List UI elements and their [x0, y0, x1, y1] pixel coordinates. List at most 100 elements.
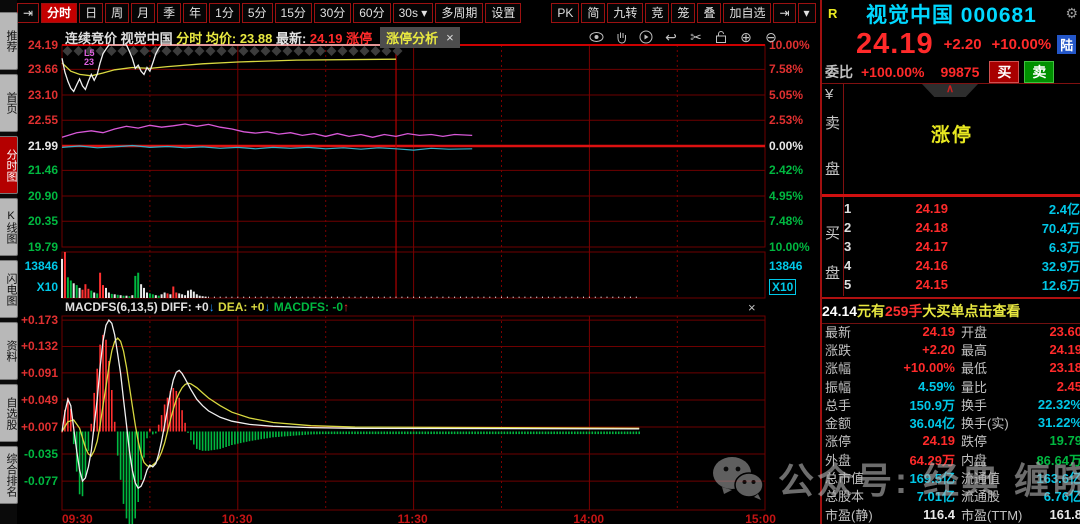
close-icon[interactable]: ×: [446, 30, 454, 45]
book-volume: 6.3万: [948, 237, 1080, 256]
price-axis-label: 24.19: [28, 38, 58, 52]
book-level: 1: [844, 201, 858, 216]
tool-tab-PK[interactable]: PK: [551, 3, 579, 23]
price-row: 24.19 +2.20 +10.00% 陆: [822, 27, 1080, 61]
sidebar-item-自选股[interactable]: 自选股: [0, 384, 18, 442]
period-tab-设置[interactable]: 设置: [485, 3, 521, 23]
tool-tab-笼[interactable]: 笼: [671, 3, 695, 23]
sidebar-item-综合排名[interactable]: 综合排名: [0, 446, 18, 504]
book-volume: 70.4万: [948, 218, 1080, 237]
macd-close-icon[interactable]: ×: [748, 300, 756, 315]
period-tab-30s ▾[interactable]: 30s ▾: [393, 3, 434, 23]
gear-icon[interactable]: ⚙: [1065, 5, 1078, 22]
detail-row: 市盈(静)116.4市盈(TTM)161.8: [822, 505, 1080, 523]
period-tab-多周期[interactable]: 多周期: [435, 3, 483, 23]
sell-button[interactable]: 卖: [1024, 61, 1054, 83]
tool-tab-九转[interactable]: 九转: [607, 3, 643, 23]
detail-value: 23.18: [1025, 360, 1080, 375]
period-tab-60分[interactable]: 60分: [353, 3, 390, 23]
price-axis-label: 23.10: [28, 88, 58, 102]
sidebar-item-推荐[interactable]: 推荐: [0, 12, 18, 70]
order-book-row[interactable]: 124.192.4亿: [844, 199, 1080, 218]
buy-col-label-2: 盘: [825, 262, 840, 283]
limit-up-center-label: 涨停: [822, 120, 1080, 147]
detail-label: 金额: [822, 413, 883, 432]
detail-row: 涨幅+10.00%最低23.18: [822, 359, 1080, 377]
book-level: 4: [844, 258, 858, 273]
period-tab-30分[interactable]: 30分: [314, 3, 351, 23]
big-order-notice[interactable]: 24.14元有 259手 大买单 点击查看: [822, 297, 1080, 324]
sidebar-item-首页[interactable]: 首页: [0, 74, 18, 132]
tool-tab-竞[interactable]: 竞: [645, 3, 669, 23]
notice-part: 大买单: [922, 301, 964, 321]
chart-tools: ↩ ✂ ⊕ ⊖: [588, 28, 779, 46]
mid-price-separator: [822, 194, 1080, 197]
period-tab-5分[interactable]: 5分: [242, 3, 273, 23]
detail-label: 总市值: [822, 468, 883, 487]
detail-value: 24.19: [1025, 342, 1080, 357]
tool-tab-加自选[interactable]: 加自选: [723, 3, 771, 23]
sidebar-item-闪电图[interactable]: 闪电图: [0, 260, 18, 318]
period-tab-季[interactable]: 季: [157, 3, 181, 23]
quote-panel: R 视觉中国 000681 ⚙ 24.19 +2.20 +10.00% 陆 委比…: [820, 0, 1080, 524]
sell-col-label-2: 盘: [825, 158, 840, 179]
limit-up-analysis-tab[interactable]: 涨停分析 ×: [380, 27, 460, 48]
lock-icon[interactable]: [713, 29, 729, 45]
macd-axis-label: +0.173: [21, 313, 58, 327]
price-axis-label: 22.55: [28, 113, 58, 127]
period-tab-分时[interactable]: 分时: [41, 3, 77, 23]
stock-title[interactable]: 视觉中国 000681: [837, 0, 1065, 29]
replay-icon[interactable]: [638, 29, 654, 45]
order-book-row[interactable]: 324.176.3万: [844, 237, 1080, 256]
zoom-out-icon[interactable]: ⊖: [763, 29, 779, 45]
detail-row: 最新24.19开盘23.60: [822, 322, 1080, 340]
detail-value: 31.22%: [1025, 415, 1080, 430]
detail-value: 116.4: [883, 507, 955, 522]
hand-icon[interactable]: [613, 29, 629, 45]
period-tab-年[interactable]: 年: [183, 3, 207, 23]
detail-label: 振幅: [822, 377, 883, 396]
zoom-in-icon[interactable]: ⊕: [738, 29, 754, 45]
order-book-row[interactable]: 424.1632.9万: [844, 256, 1080, 275]
eye-icon[interactable]: [588, 29, 604, 45]
quote-details: 最新24.19开盘23.60涨跌+2.20最高24.19涨幅+10.00%最低2…: [822, 322, 1080, 523]
price-axis-label: 20.35: [28, 214, 58, 228]
tool-tab-简[interactable]: 简: [581, 3, 605, 23]
price-change-pct: +10.00%: [992, 36, 1052, 53]
detail-label: 总手: [822, 395, 883, 414]
period-tab-周[interactable]: 周: [105, 3, 129, 23]
period-tab-月[interactable]: 月: [131, 3, 155, 23]
sidebar-item-分时图[interactable]: 分时图: [0, 136, 18, 194]
detail-value: 22.32%: [1025, 397, 1080, 412]
sidebar-item-K线图[interactable]: K线图: [0, 198, 18, 256]
detail-label: 最高: [955, 340, 1025, 359]
detail-value: +2.20: [883, 342, 955, 357]
time-axis-label: 09:30: [62, 512, 93, 524]
period-tab-15分[interactable]: 15分: [275, 3, 312, 23]
dock-right-icon[interactable]: ⇥: [773, 3, 795, 23]
detail-label: 流通股: [955, 486, 1025, 505]
collapse-arrow[interactable]: ∧: [922, 84, 978, 97]
undo-icon[interactable]: ↩: [663, 29, 679, 45]
dock-icon[interactable]: ⇥: [17, 3, 39, 23]
dropdown-icon[interactable]: ▾: [798, 3, 816, 23]
detail-row: 金额36.04亿换手(实)31.22%: [822, 413, 1080, 431]
buy-button[interactable]: 买: [989, 61, 1019, 83]
book-volume: 12.6万: [948, 275, 1080, 294]
sidebar-item-资料[interactable]: 资料: [0, 322, 18, 380]
quote-panel-header: R 视觉中国 000681 ⚙: [822, 0, 1080, 27]
order-book-row[interactable]: 224.1870.4万: [844, 218, 1080, 237]
order-book-row[interactable]: 524.1512.6万: [844, 275, 1080, 294]
period-tab-日[interactable]: 日: [79, 3, 103, 23]
weibi-row: 委比 +100.00% 99875 买 卖: [822, 61, 1080, 84]
scissors-icon[interactable]: ✂: [688, 29, 704, 45]
detail-value: 169.5亿: [883, 468, 955, 487]
detail-label: 换手(实): [955, 413, 1025, 432]
period-tab-1分[interactable]: 1分: [209, 3, 240, 23]
detail-value: 23.60: [1025, 324, 1080, 339]
tool-tab-叠[interactable]: 叠: [697, 3, 721, 23]
detail-label: 总股本: [822, 486, 883, 505]
price-axis-label: 21.46: [28, 163, 58, 177]
book-price: 24.15: [858, 277, 948, 292]
detail-value: 36.04亿: [883, 413, 955, 432]
